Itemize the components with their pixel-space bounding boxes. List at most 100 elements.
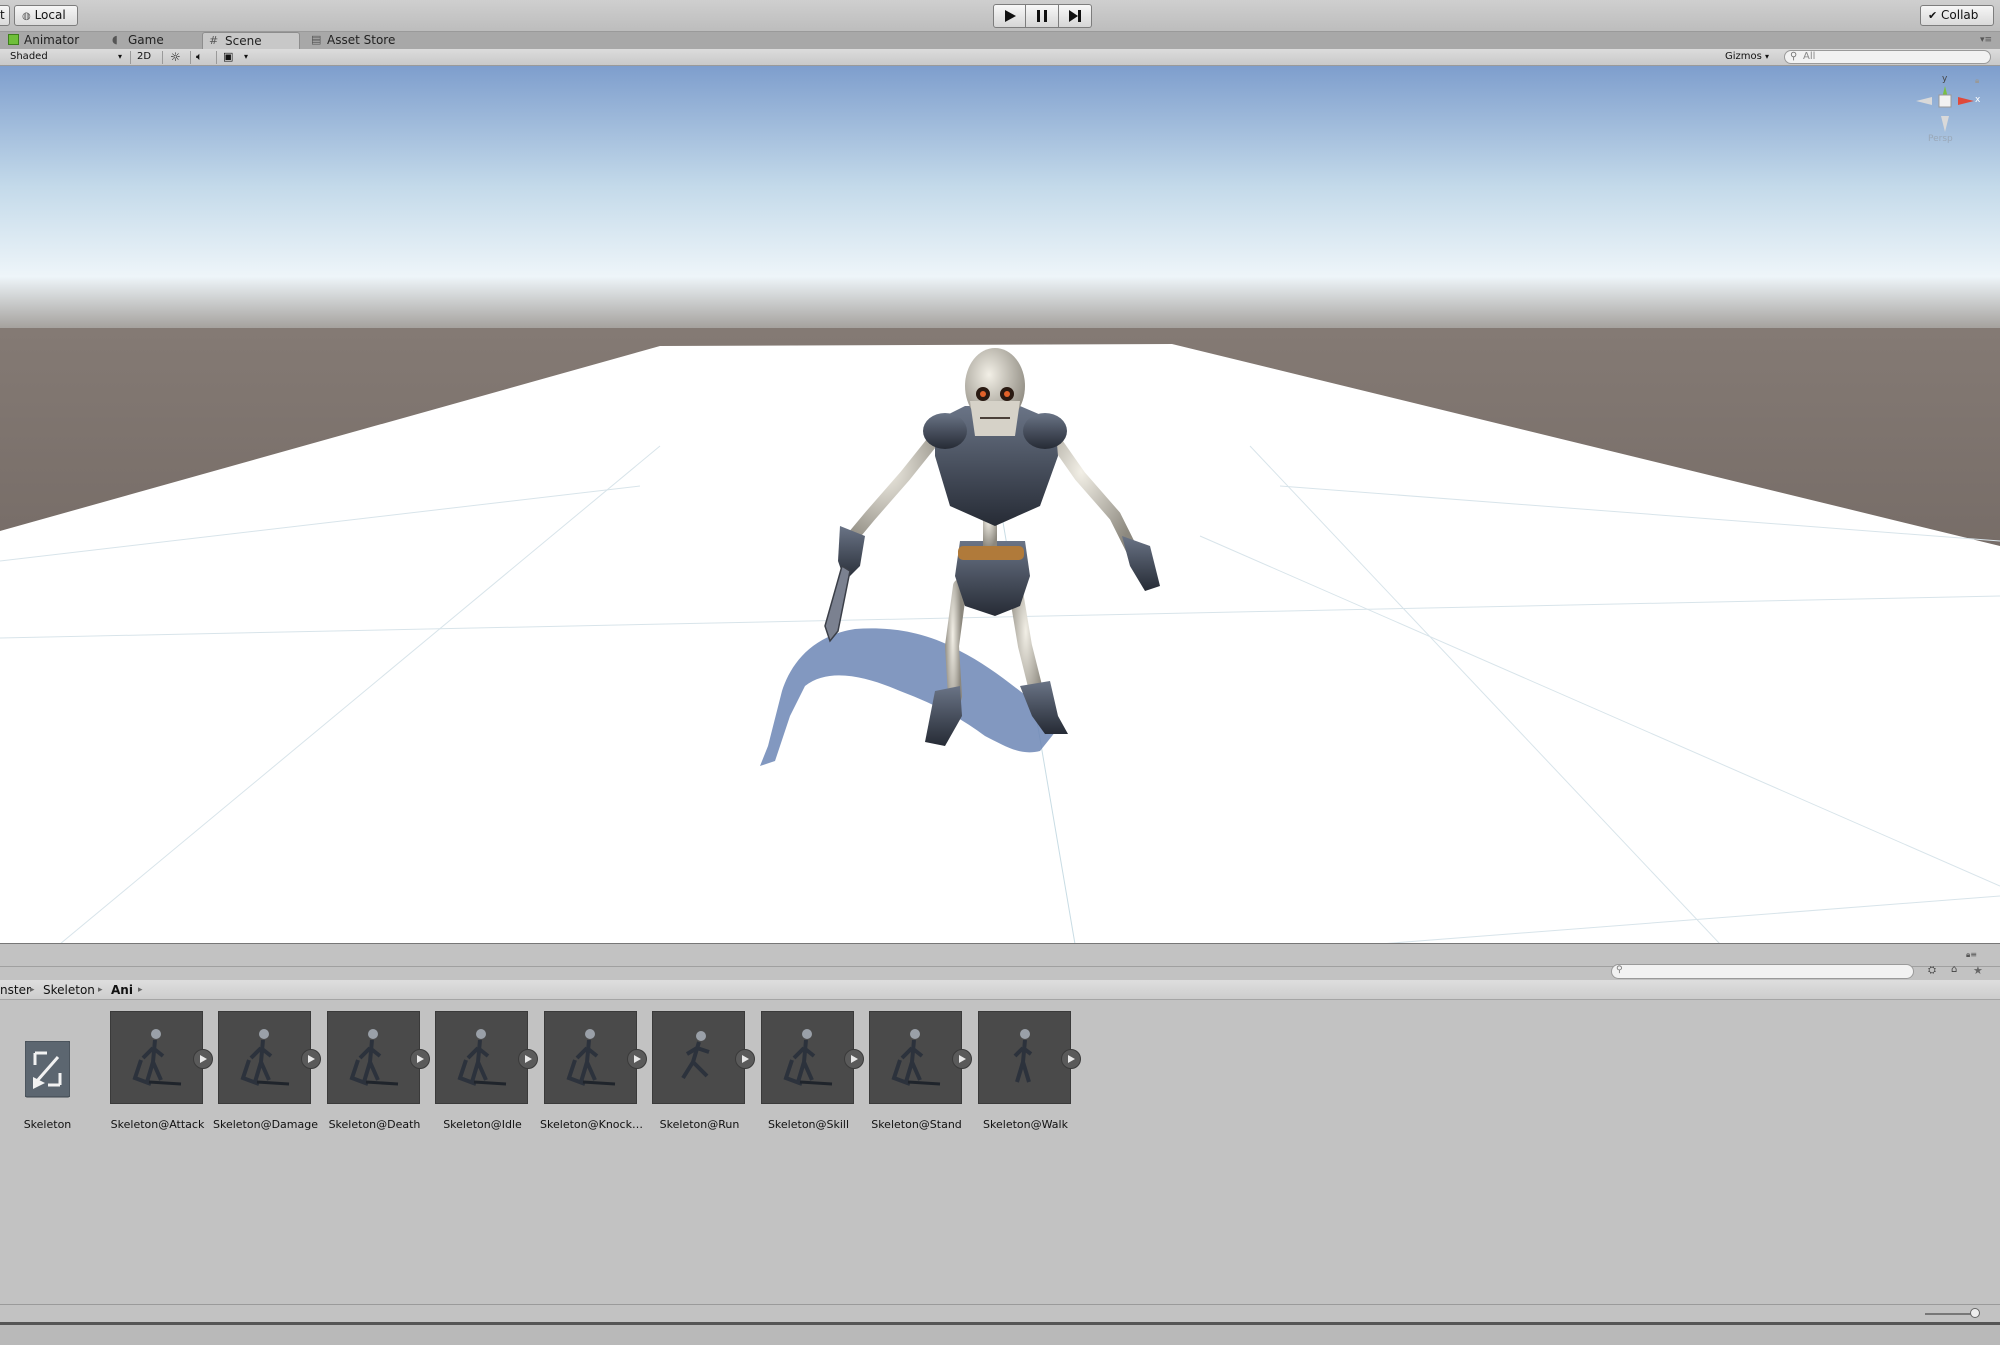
effects-toggle-icon[interactable]: ▣	[223, 50, 239, 65]
skeleton-pose-icon	[681, 1031, 710, 1080]
panel-lock-icon[interactable]: 🔒︎≡	[1966, 950, 1977, 960]
asset-animation-clip[interactable]: Skeleton@Walk	[978, 1011, 1081, 1131]
asset-label: Skeleton	[23, 1118, 72, 1131]
play-icon[interactable]	[1061, 1049, 1081, 1069]
asset-grid: Skeleton Skeleton@Attack Skeleton@Damage…	[0, 1001, 2000, 1304]
step-button[interactable]	[1059, 4, 1092, 28]
clip-thumbnail	[544, 1011, 637, 1104]
scene-orientation-gizmo[interactable]: y x Persp	[1910, 74, 1980, 154]
skeleton-pose-icon	[1013, 1029, 1033, 1083]
clip-thumbnail	[218, 1011, 311, 1104]
scene-viewport[interactable]: y x Persp 🔒︎	[0, 66, 2000, 944]
skeleton-pose-icon	[891, 1029, 941, 1086]
asset-label: Skeleton@Attack	[110, 1118, 205, 1131]
chevron-right-icon: ▸	[30, 985, 35, 995]
sky-background	[0, 66, 2000, 336]
asset-animation-clip[interactable]: Skeleton@Idle	[435, 1011, 538, 1131]
animator-icon	[8, 34, 19, 45]
divider	[190, 51, 191, 64]
asset-animation-clip[interactable]: Skeleton@Damage	[213, 1011, 321, 1131]
lock-icon[interactable]: 🔒︎	[1975, 76, 1979, 86]
favorite-star-icon[interactable]: ★	[1973, 964, 1983, 977]
play-icon[interactable]	[518, 1049, 538, 1069]
window-bottom-edge	[0, 1322, 2000, 1345]
asset-animation-clip[interactable]: Skeleton@Death	[327, 1011, 430, 1131]
asset-label: Skeleton@Run	[659, 1118, 740, 1131]
pause-button[interactable]	[1026, 4, 1059, 28]
scene-render	[0, 66, 2000, 943]
projection-label[interactable]: Persp	[1928, 134, 1953, 144]
asset-label: Skeleton@Walk	[983, 1118, 1068, 1131]
asset-animation-clip[interactable]: Skeleton@Run	[652, 1011, 755, 1131]
panel-menu-icon[interactable]: ▾≡	[1980, 35, 1992, 45]
step-icon	[1069, 10, 1081, 22]
tab-animator[interactable]: Animator	[2, 32, 102, 49]
play-icon[interactable]	[627, 1049, 647, 1069]
skeleton-pose-icon	[240, 1029, 290, 1086]
asset-label: Skeleton@Damage	[213, 1118, 318, 1131]
pacman-icon: ◖	[112, 33, 118, 46]
lighting-toggle-icon[interactable]: ☼	[170, 50, 184, 65]
scene-search-input[interactable]: ⚲ All	[1784, 50, 1991, 64]
tab-game[interactable]: ◖ Game	[106, 32, 196, 49]
breadcrumb-item-current[interactable]: Ani	[111, 980, 133, 1000]
check-circle-icon: ✔	[1928, 9, 1938, 22]
pivot-toggle[interactable]: t	[0, 5, 10, 26]
chevron-down-icon: ▾	[118, 52, 123, 61]
grid-icon: #	[209, 34, 219, 47]
clip-thumbnail	[110, 1011, 203, 1104]
clip-thumbnail	[978, 1011, 1071, 1104]
asset-label: Skeleton@Stand	[871, 1118, 962, 1131]
play-icon[interactable]	[301, 1049, 321, 1069]
audio-toggle-icon[interactable]: 🔈︎	[196, 50, 212, 65]
clip-thumbnail	[869, 1011, 962, 1104]
divider	[162, 51, 163, 64]
play-icon[interactable]	[410, 1049, 430, 1069]
toggle-2d-button[interactable]: 2D	[137, 50, 155, 65]
chevron-down-icon[interactable]: ▾	[244, 50, 252, 65]
collab-label: Collab	[1941, 8, 1979, 22]
filter-by-type-icon[interactable]: ⛭	[1928, 965, 1936, 976]
clip-thumbnail	[761, 1011, 854, 1104]
tab-scene[interactable]: # Scene	[202, 32, 300, 49]
asset-animation-clip[interactable]: Skeleton@Attack	[110, 1011, 213, 1131]
skeleton-pose-icon	[566, 1029, 616, 1086]
thumbnail-size-slider-handle[interactable]	[1970, 1308, 1980, 1318]
collab-dropdown[interactable]: ✔ Collab ▾	[1920, 5, 1994, 40]
divider	[216, 51, 217, 64]
tab-label: Asset Store	[327, 33, 396, 47]
animator-controller-icon	[25, 1041, 70, 1098]
project-search-input[interactable]: ⚲	[1611, 964, 1914, 979]
asset-animation-clip[interactable]: Skeleton@Skill	[761, 1011, 864, 1131]
search-icon: ⚲	[1790, 51, 1798, 62]
asset-animator-controller[interactable]: Skeleton	[0, 1011, 95, 1131]
breadcrumb-item[interactable]: nster	[0, 980, 31, 1000]
search-icon: ⚲	[1616, 965, 1623, 975]
gizmos-dropdown[interactable]: Gizmos ▾	[1725, 50, 1777, 65]
play-icon[interactable]	[844, 1049, 864, 1069]
gizmos-label: Gizmos	[1725, 51, 1762, 62]
play-icon[interactable]	[735, 1049, 755, 1069]
shading-mode-label: Shaded	[10, 51, 48, 62]
asset-animation-clip[interactable]: Skeleton@Stand	[869, 1011, 972, 1131]
play-icon	[1004, 10, 1016, 22]
local-toggle[interactable]: ◍ Local	[14, 5, 78, 26]
chevron-right-icon: ▸	[138, 985, 143, 995]
clip-thumbnail	[435, 1011, 528, 1104]
clip-thumbnail	[327, 1011, 420, 1104]
shading-mode-dropdown[interactable]: Shaded ▾	[10, 50, 126, 65]
asset-animation-clip[interactable]: Skeleton@Knock…	[540, 1011, 647, 1131]
thumbnail-size-slider[interactable]	[1925, 1313, 1975, 1315]
filter-by-label-icon[interactable]: ⌂	[1951, 964, 1957, 975]
editor-tab-strip: Animator ◖ Game # Scene ▤ Asset Store ▾≡	[0, 32, 2000, 49]
play-button[interactable]	[993, 4, 1026, 28]
play-icon[interactable]	[193, 1049, 213, 1069]
play-icon[interactable]	[952, 1049, 972, 1069]
gizmo-y-label: y	[1942, 74, 1948, 84]
gizmo-x-label: x	[1975, 95, 1981, 105]
skeleton-pose-icon	[349, 1029, 399, 1086]
search-placeholder: All	[1803, 51, 1816, 62]
breadcrumb-item[interactable]: Skeleton	[43, 980, 95, 1000]
tab-asset-store[interactable]: ▤ Asset Store	[305, 32, 415, 49]
pause-icon	[1037, 10, 1047, 22]
